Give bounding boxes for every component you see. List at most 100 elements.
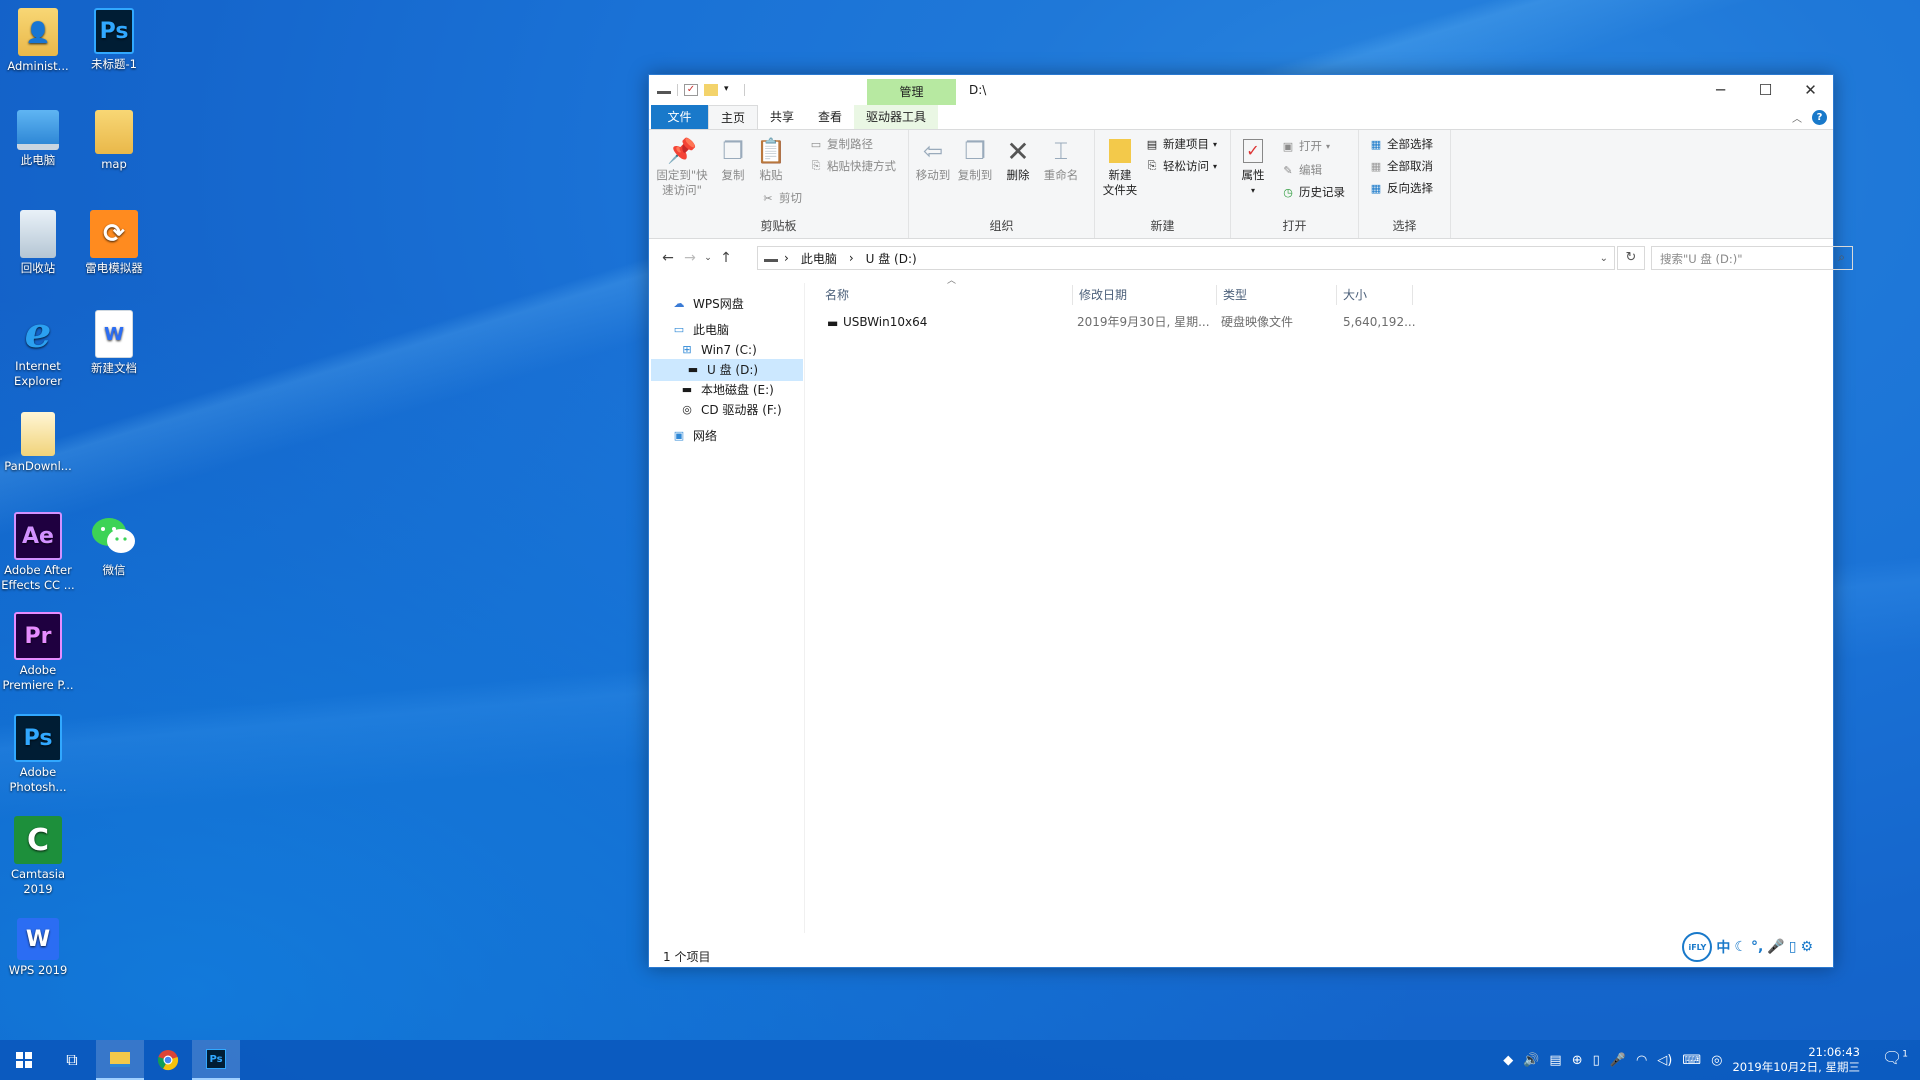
properties-qat-icon[interactable]: ✓ bbox=[684, 84, 698, 96]
desktop-icon-this-pc[interactable]: 此电脑 bbox=[0, 110, 76, 168]
pin-quick-access-button[interactable]: 📌 固定到"快速访问" bbox=[653, 136, 711, 198]
photoshop-icon: Ps bbox=[206, 1049, 226, 1069]
nav-item-drive-d[interactable]: ▬ U 盘 (D:) bbox=[651, 359, 803, 381]
customize-qat-icon[interactable]: ▾ bbox=[724, 84, 738, 96]
notification-center-icon[interactable]: 🗨1 bbox=[1882, 1048, 1908, 1067]
ime-settings-icon[interactable]: ⚙ bbox=[1800, 939, 1813, 955]
tab-drive-tools[interactable]: 驱动器工具 bbox=[854, 105, 939, 129]
paste-shortcut-button[interactable]: ⎘ 粘贴快捷方式 bbox=[809, 158, 896, 174]
nav-item-network[interactable]: ▣ 网络 bbox=[671, 425, 717, 447]
help-icon[interactable]: ? bbox=[1812, 110, 1827, 125]
desktop-icon-photoshop[interactable]: Ps Adobe Photosh... bbox=[0, 714, 76, 795]
taskbar-file-explorer[interactable] bbox=[96, 1040, 144, 1080]
refresh-button[interactable]: ↻ bbox=[1617, 246, 1645, 270]
history-button[interactable]: ◷ 历史记录 bbox=[1281, 184, 1345, 200]
copy-to-icon: ❐ bbox=[964, 136, 986, 165]
copy-to-button[interactable]: ❐ 复制到 bbox=[955, 136, 995, 183]
delete-button[interactable]: ✕ 删除 bbox=[1003, 136, 1033, 183]
address-dropdown-icon[interactable]: ⌄ bbox=[1600, 253, 1608, 264]
close-button[interactable]: ✕ bbox=[1788, 75, 1833, 105]
wifi-icon[interactable]: ◠ bbox=[1636, 1053, 1647, 1068]
desktop-icon-new-doc[interactable]: W 新建文档 bbox=[76, 310, 152, 376]
desktop-icon-camtasia[interactable]: C Camtasia 2019 bbox=[0, 816, 76, 897]
tab-home[interactable]: 主页 bbox=[708, 105, 759, 129]
desktop-icon-premiere[interactable]: Pr Adobe Premiere P... bbox=[0, 612, 76, 693]
tab-manage-context[interactable]: 管理 bbox=[867, 79, 956, 105]
start-button[interactable] bbox=[0, 1040, 48, 1080]
taskbar-chrome[interactable] bbox=[144, 1040, 192, 1080]
breadcrumb-usb-drive[interactable]: U 盘 (D:) bbox=[860, 250, 923, 267]
minimize-button[interactable]: ─ bbox=[1698, 75, 1743, 105]
desktop-icon-recycle-bin[interactable]: 回收站 bbox=[0, 210, 76, 276]
title-bar[interactable]: ✓ ▾ 管理 D:\ ─ ☐ ✕ bbox=[649, 75, 1833, 105]
invert-selection-button[interactable]: ▦ 反向选择 bbox=[1369, 180, 1433, 196]
microphone-icon[interactable]: 🎤 bbox=[1767, 939, 1784, 955]
nav-item-drive-c[interactable]: ⊞ Win7 (C:) bbox=[679, 339, 756, 361]
back-arrow-icon[interactable]: ← bbox=[657, 250, 679, 266]
new-folder-qat-icon[interactable] bbox=[704, 84, 718, 96]
select-none-button[interactable]: ▦ 全部取消 bbox=[1369, 158, 1433, 174]
ime-tray-icon[interactable]: ◎ bbox=[1711, 1053, 1722, 1068]
paste-button[interactable]: 📋 粘贴 bbox=[753, 136, 789, 183]
desktop-icon-map[interactable]: map bbox=[76, 110, 152, 172]
column-header-size[interactable]: 大小 bbox=[1337, 285, 1413, 305]
desktop-icon-ldplayer[interactable]: ⟳ 雷电模拟器 bbox=[76, 210, 152, 276]
rename-button[interactable]: ⌶ 重命名 bbox=[1039, 136, 1083, 183]
desktop-icon-wechat[interactable]: 微信 bbox=[76, 512, 152, 578]
tray-shield-icon[interactable]: ⊕ bbox=[1572, 1053, 1583, 1068]
properties-button[interactable]: ✓ 属性 ▾ bbox=[1237, 136, 1269, 198]
desktop-icon-after-effects[interactable]: Ae Adobe After Effects CC ... bbox=[0, 512, 76, 593]
select-all-button[interactable]: ▦ 全部选择 bbox=[1369, 136, 1433, 152]
nav-item-this-pc[interactable]: ▭ 此电脑 bbox=[671, 319, 729, 341]
column-header-name[interactable]: 名称 bbox=[819, 285, 1073, 305]
microphone-icon[interactable]: 🎤 bbox=[1610, 1053, 1626, 1068]
column-header-modified[interactable]: 修改日期 bbox=[1073, 285, 1217, 305]
open-button[interactable]: ▣ 打开 ▾ bbox=[1281, 138, 1330, 154]
copy-path-button[interactable]: ▭ 复制路径 bbox=[809, 136, 873, 152]
tab-file[interactable]: 文件 bbox=[651, 105, 708, 129]
punctuation-icon[interactable]: °, bbox=[1751, 939, 1763, 955]
tray-network-adapter-icon[interactable]: ▤ bbox=[1549, 1053, 1561, 1068]
wechat-icon bbox=[90, 512, 138, 560]
desktop-icon-internet-explorer[interactable]: e Internet Explorer bbox=[0, 308, 76, 389]
ime-language-toggle[interactable]: 中 bbox=[1716, 937, 1730, 957]
keyboard-icon[interactable]: ▯ bbox=[1789, 939, 1797, 955]
tray-app-icon[interactable]: ◆ bbox=[1503, 1053, 1513, 1068]
maximize-button[interactable]: ☐ bbox=[1743, 75, 1788, 105]
recent-locations-chevron-icon[interactable]: ⌄ bbox=[701, 253, 715, 263]
easy-access-button[interactable]: ⎘ 轻松访问 ▾ bbox=[1145, 158, 1217, 174]
new-folder-button[interactable]: 新建 文件夹 bbox=[1099, 136, 1141, 198]
search-input[interactable]: 搜索"U 盘 (D:)" ⌕ bbox=[1651, 246, 1853, 270]
ime-toolbar[interactable]: iFLY 中 ☾ °, 🎤 ▯ ⚙ bbox=[1682, 932, 1813, 962]
usb-icon[interactable]: ▯ bbox=[1593, 1053, 1600, 1068]
task-view-icon[interactable]: ⧉ bbox=[48, 1040, 96, 1080]
column-header-type[interactable]: 类型 bbox=[1217, 285, 1337, 305]
breadcrumb-this-pc[interactable]: 此电脑 bbox=[795, 250, 843, 267]
up-arrow-icon[interactable]: ↑ bbox=[715, 250, 737, 266]
new-item-button[interactable]: ▤ 新建项目 ▾ bbox=[1145, 136, 1217, 152]
nav-item-wps-cloud[interactable]: ☁ WPS网盘 bbox=[671, 293, 744, 315]
tab-view[interactable]: 查看 bbox=[806, 105, 854, 129]
tab-share[interactable]: 共享 bbox=[758, 105, 806, 129]
copy-button[interactable]: ❐ 复制 bbox=[715, 136, 751, 183]
moon-icon[interactable]: ☾ bbox=[1734, 939, 1747, 955]
clock[interactable]: 21:06:43 2019年10月2日, 星期三 bbox=[1732, 1045, 1860, 1075]
collapse-ribbon-icon[interactable]: ︿ bbox=[1792, 110, 1802, 125]
keyboard-icon[interactable]: ⌨ bbox=[1682, 1053, 1701, 1068]
edit-button[interactable]: ✎ 编辑 bbox=[1281, 162, 1322, 178]
nav-item-drive-e[interactable]: ▬ 本地磁盘 (E:) bbox=[679, 379, 774, 401]
desktop-icon-psd[interactable]: Ps 未标题-1 bbox=[76, 8, 152, 72]
desktop-icon-wps[interactable]: W WPS 2019 bbox=[0, 918, 76, 978]
address-box[interactable]: › 此电脑 › U 盘 (D:) ⌄ bbox=[757, 246, 1615, 270]
forward-arrow-icon[interactable]: → bbox=[679, 250, 701, 266]
speaker-icon[interactable]: ◁) bbox=[1657, 1053, 1672, 1068]
photoshop-icon: Ps bbox=[14, 714, 62, 762]
move-to-button[interactable]: ⇦ 移动到 bbox=[913, 136, 953, 183]
desktop-icon-pandownload[interactable]: PanDownl... bbox=[0, 412, 76, 474]
table-row[interactable]: ▬ USBWin10x64 2019年9月30日, 星期... 硬盘映像文件 5… bbox=[819, 311, 1431, 333]
desktop-icon-administrator[interactable]: 👤 Administ... bbox=[0, 8, 76, 74]
cut-button[interactable]: ✂ 剪切 bbox=[761, 190, 802, 206]
volume-icon[interactable]: 🔊 bbox=[1523, 1053, 1539, 1068]
taskbar-photoshop[interactable]: Ps bbox=[192, 1040, 240, 1080]
nav-item-drive-f[interactable]: ◎ CD 驱动器 (F:) bbox=[679, 399, 781, 421]
